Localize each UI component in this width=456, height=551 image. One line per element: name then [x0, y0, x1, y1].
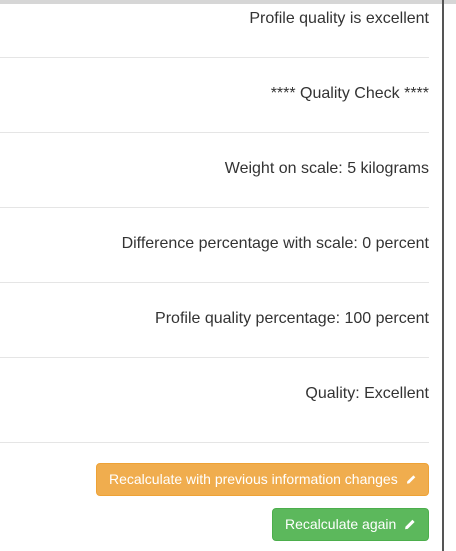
divider	[0, 132, 429, 133]
quality-text: Quality: Excellent	[305, 385, 429, 402]
divider	[0, 207, 429, 208]
divider	[0, 357, 429, 358]
pencil-icon	[406, 475, 416, 484]
recalculate-previous-button[interactable]: Recalculate with previous information ch…	[96, 463, 429, 496]
profile-percentage-text: Profile quality percentage: 100 percent	[155, 310, 429, 327]
weight-text: Weight on scale: 5 kilograms	[224, 160, 429, 177]
divider	[0, 282, 429, 283]
divider	[0, 442, 429, 443]
recalculate-again-button[interactable]: Recalculate again	[272, 508, 429, 541]
recalculate-again-label: Recalculate again	[285, 516, 397, 532]
divider	[0, 57, 429, 58]
right-border	[442, 0, 444, 551]
difference-text: Difference percentage with scale: 0 perc…	[121, 235, 429, 252]
top-border	[0, 0, 456, 4]
quality-check-heading: **** Quality Check ****	[270, 85, 429, 102]
recalculate-previous-label: Recalculate with previous information ch…	[109, 471, 398, 487]
profile-quality-text: Profile quality is excellent	[249, 10, 429, 27]
pencil-icon	[405, 519, 415, 530]
